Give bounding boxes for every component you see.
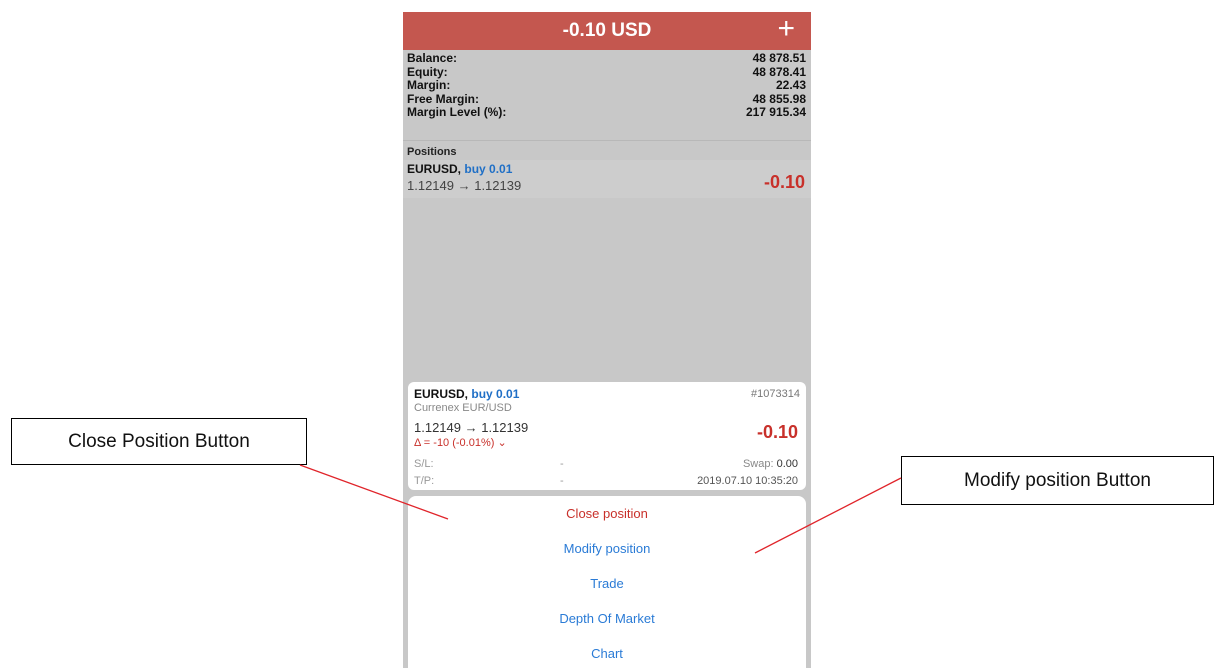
account-row-balance: Balance: 48 878.51: [403, 51, 811, 66]
account-label: Balance:: [407, 51, 458, 65]
tp-value: -: [560, 475, 564, 487]
modify-position-button[interactable]: Modify position: [408, 531, 806, 566]
account-summary: Balance: 48 878.51 Equity: 48 878.41 Mar…: [403, 51, 811, 120]
chart-button[interactable]: Chart: [408, 636, 806, 668]
positions-header: Positions: [403, 140, 811, 158]
depth-of-market-button[interactable]: Depth Of Market: [408, 601, 806, 636]
detail-prices: 1.12149 → 1.12139: [414, 420, 529, 435]
account-value: 22.43: [775, 78, 806, 92]
account-label: Margin:: [407, 78, 451, 92]
position-symbol: EURUSD, buy 0.01: [407, 162, 512, 176]
close-position-button[interactable]: Close position: [408, 496, 806, 531]
sl-value: -: [560, 458, 564, 470]
account-row-margin: Margin: 22.43: [403, 78, 811, 93]
sl-label: S/L:: [414, 458, 434, 470]
position-prices: 1.12149 → 1.12139: [407, 178, 522, 193]
position-symbol-name: EURUSD,: [407, 162, 462, 176]
position-detail-card: EURUSD, buy 0.01 #1073314 Currenex EUR/U…: [408, 382, 806, 490]
account-row-margin-level: Margin Level (%): 217 915.34: [403, 105, 811, 120]
open-time: 2019.07.10 10:35:20: [697, 475, 798, 487]
account-label: Equity:: [407, 64, 448, 79]
plus-icon[interactable]: +: [777, 14, 795, 44]
modify-position-callout: Modify position Button: [901, 456, 1214, 505]
swap-value: 0.00: [776, 458, 798, 470]
account-row-free-margin: Free Margin: 48 855.98: [403, 91, 811, 107]
close-position-callout: Close Position Button: [11, 418, 307, 465]
phone-screen: -0.10 USD + Balance: 48 878.51 Equity: 4…: [403, 12, 811, 668]
account-label: Margin Level (%):: [407, 105, 507, 119]
tp-label: T/P:: [414, 475, 435, 487]
account-value: 217 915.34: [745, 105, 806, 119]
swap: Swap: 0.00: [743, 458, 798, 470]
account-value: 48 878.51: [752, 51, 806, 65]
detail-symbol: EURUSD, buy 0.01: [414, 387, 519, 401]
detail-profit: -0.10: [756, 422, 798, 442]
position-profit: -0.10: [763, 172, 805, 192]
detail-symbol-name: EURUSD,: [414, 387, 469, 401]
total-profit: -0.10 USD: [562, 20, 652, 41]
detail-ticket: #1073314: [751, 388, 800, 400]
account-label: Free Margin:: [407, 91, 480, 106]
trade-button[interactable]: Trade: [408, 566, 806, 601]
account-value: 48 855.98: [752, 91, 806, 106]
detail-delta[interactable]: Δ = -10 (-0.01%) ⌄: [414, 436, 507, 449]
detail-description: Currenex EUR/USD: [414, 402, 512, 414]
position-side: buy 0.01: [464, 162, 513, 176]
swap-label: Swap:: [742, 458, 774, 470]
action-sheet: Close position Modify position Trade Dep…: [408, 496, 806, 668]
account-row-equity: Equity: 48 878.41: [403, 64, 811, 80]
position-row[interactable]: EURUSD, buy 0.01 1.12149 → 1.12139 -0.10: [403, 160, 811, 198]
account-value: 48 878.41: [752, 64, 806, 79]
trade-header: -0.10 USD +: [403, 12, 811, 50]
detail-side: buy 0.01: [471, 387, 520, 401]
